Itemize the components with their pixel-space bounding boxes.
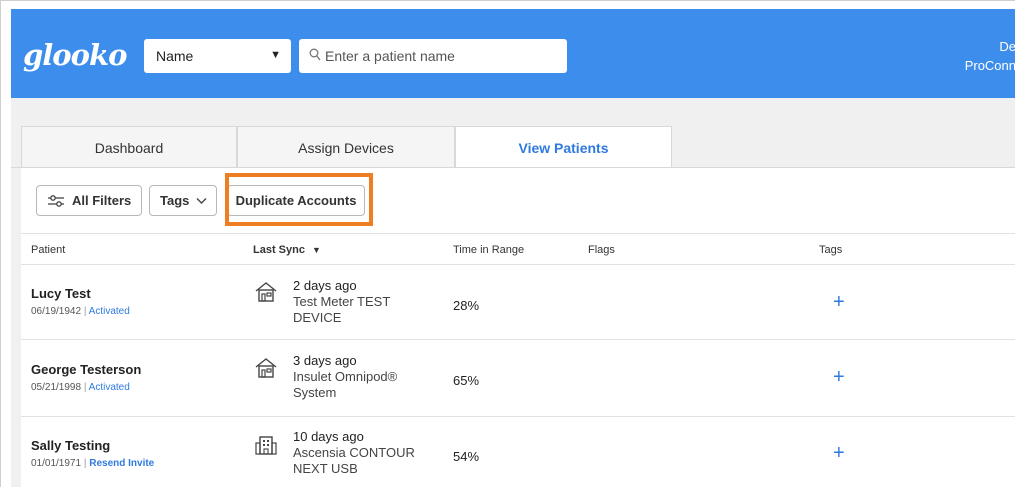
sync-device-line2: NEXT USB [293,461,358,476]
patient-search-input[interactable]: Enter a patient name [299,39,567,73]
sync-device: Test Meter TEST DEVICE [293,294,433,326]
patient-dob: 01/01/1971 [31,458,82,469]
home-icon [255,282,277,302]
col-flags[interactable]: Flags [588,244,615,256]
sliders-icon [48,195,64,207]
sync-device-line2: DEVICE [293,310,342,325]
patient-dob: 05/21/1998 [31,382,82,393]
table-row[interactable]: George Testerson 05/21/1998 | Activated … [21,340,1015,417]
sync-device-line2: System [293,385,337,400]
sync-device: Insulet Omnipod® System [293,369,433,401]
top-bar: glooko Name ▼ Enter a patient name De Pr… [11,9,1015,98]
all-filters-button[interactable]: All Filters [36,185,142,216]
sync-time: 10 days ago [293,429,364,444]
chevron-down-icon [196,198,207,204]
tags-filter-label: Tags [160,193,190,208]
search-type-value: Name [156,48,194,64]
sort-down-icon: ▼ [312,245,321,255]
sync-time: 2 days ago [293,278,357,293]
col-last-sync[interactable]: Last Sync ▼ [253,244,321,256]
col-patient[interactable]: Patient [31,244,65,256]
main-tabs: Dashboard Assign Devices View Patients [11,126,1015,169]
patient-name[interactable]: George Testerson [31,362,141,377]
sync-time: 3 days ago [293,353,357,368]
patient-dob-status: 01/01/1971 | Resend Invite [31,458,155,469]
search-type-select[interactable]: Name ▼ [144,39,291,73]
home-icon [255,358,277,378]
patient-dob: 06/19/1942 [31,306,82,317]
sync-device-line1: Ascensia CONTOUR [293,445,415,460]
app-frame: glooko Name ▼ Enter a patient name De Pr… [0,0,1015,487]
sync-device: Ascensia CONTOUR NEXT USB [293,445,433,477]
table-row[interactable]: Sally Testing 01/01/1971 | Resend Invite… [21,417,1015,487]
caret-down-icon: ▼ [270,49,281,61]
patient-dob-status: 05/21/1998 | Activated [31,382,130,393]
patient-name[interactable]: Sally Testing [31,438,110,453]
add-tag-button[interactable]: + [833,291,845,314]
sync-device-line1: Test Meter TEST [293,294,391,309]
patient-dob-status: 06/19/1942 | Activated [31,306,130,317]
tab-dashboard[interactable]: Dashboard [21,126,237,168]
all-filters-label: All Filters [72,193,132,208]
search-icon [309,48,321,61]
highlight-box [225,173,373,226]
tab-assign-devices[interactable]: Assign Devices [237,126,455,168]
col-tags[interactable]: Tags [819,244,842,256]
col-last-sync-label: Last Sync [253,244,305,256]
user-name[interactable]: De [956,39,1015,54]
search-placeholder: Enter a patient name [325,48,455,64]
tags-filter-button[interactable]: Tags [149,185,217,216]
time-in-range-value: 54% [453,449,480,464]
resend-invite-link[interactable]: Resend Invite [89,458,154,469]
time-in-range-value: 28% [453,298,480,313]
glooko-logo[interactable]: glooko [23,38,127,72]
time-in-range-value: 65% [453,373,480,388]
patient-name[interactable]: Lucy Test [31,286,91,301]
patients-panel: All Filters Tags Duplicate Accounts Pati… [21,168,1015,487]
table-row[interactable]: Lucy Test 06/19/1942 | Activated 2 days … [21,265,1015,340]
clinic-building-icon [255,436,277,455]
user-org: ProConn [964,58,1015,73]
add-tag-button[interactable]: + [833,366,845,389]
patient-status[interactable]: Activated [89,306,130,317]
table-header: Patient Last Sync ▼ Time in Range Flags … [21,233,1015,265]
sync-device-line1: Insulet Omnipod® [293,369,398,384]
add-tag-button[interactable]: + [833,442,845,465]
tab-view-patients[interactable]: View Patients [455,126,672,169]
patient-status[interactable]: Activated [89,382,130,393]
col-time-in-range[interactable]: Time in Range [453,244,524,256]
